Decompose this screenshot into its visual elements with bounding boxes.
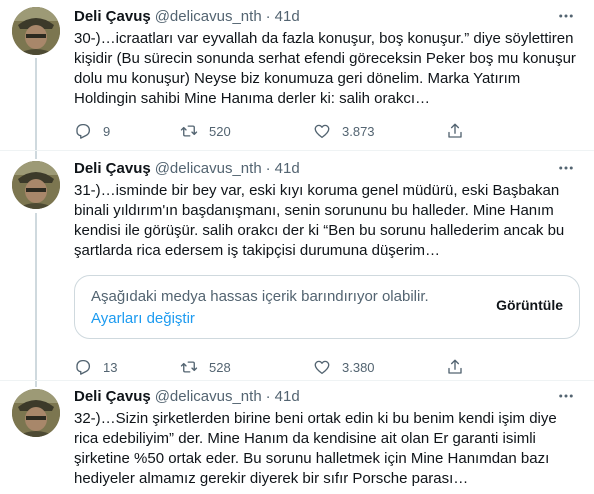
tweet-time[interactable]: 41d (275, 8, 300, 25)
tweet-1[interactable]: Deli Çavuş @delicavus_nth · 41d 30-)…icr… (0, 0, 594, 150)
share-button[interactable] (446, 358, 486, 376)
avatar[interactable] (12, 7, 60, 55)
author-handle[interactable]: @delicavus_nth (155, 388, 262, 405)
tweet-text-line: rica edebiliyim” der. Mine Hanım da kend… (74, 430, 536, 447)
avatar-image (12, 7, 60, 55)
share-icon (448, 123, 462, 138)
tweet-text-line: şirketine %50 ortak eder. Bu sorunu hall… (74, 450, 550, 467)
tweet-actions: 9 520 3.873 (74, 121, 582, 141)
tweet-3[interactable]: Deli Çavuş @delicavus_nth · 41d 32-)…Siz… (0, 380, 594, 494)
author-handle[interactable]: @delicavus_nth (155, 8, 262, 25)
tweet-text-line: şartlarda rica edersem iş takipçisi duru… (74, 242, 440, 259)
tweet-text-line: binali yıldırım'ın başdanışmanı, senin s… (74, 202, 554, 219)
reply-icon (76, 359, 91, 375)
retweet-button[interactable]: 528 (180, 358, 313, 376)
thread-line (35, 381, 37, 387)
retweet-icon (180, 125, 198, 137)
tweet-time[interactable]: 41d (275, 160, 300, 177)
like-button[interactable]: 3.873 (313, 122, 446, 140)
separator-dot: · (265, 7, 271, 25)
retweet-count: 520 (209, 123, 231, 139)
share-icon (448, 359, 462, 374)
tweet-2[interactable]: Deli Çavuş @delicavus_nth · 41d 31-)…ism… (0, 150, 594, 380)
tweet-actions: 13 528 3.380 (74, 357, 582, 377)
separator-dot: · (265, 159, 271, 177)
more-options-button[interactable] (556, 6, 576, 26)
sensitive-media-message: Aşağıdaki medya hassas içerik barındırıy… (91, 288, 429, 305)
sensitive-media-warning: Aşağıdaki medya hassas içerik barındırıy… (74, 275, 580, 339)
thread-line (35, 213, 37, 380)
like-count: 3.380 (342, 359, 375, 375)
tweet-text-line: Holdingin sahibi Mine Hanıma derler ki: … (74, 90, 430, 107)
like-button[interactable]: 3.380 (313, 358, 446, 376)
reply-count: 9 (103, 123, 111, 139)
tweet-time[interactable]: 41d (275, 388, 300, 405)
tweet-text-line: kişidir (Bu sürecin sonunda serhat efend… (74, 50, 576, 67)
heart-icon (314, 124, 330, 139)
author-name[interactable]: Deli Çavuş (74, 388, 151, 405)
tweet-text: 31-)…isminde bir bey var, eski kıyı koru… (74, 181, 580, 261)
reply-count: 13 (103, 359, 118, 375)
avatar[interactable] (12, 161, 60, 209)
more-horizontal-icon (559, 394, 573, 398)
reply-button[interactable]: 9 (74, 122, 180, 140)
heart-icon (314, 360, 330, 375)
share-button[interactable] (446, 122, 486, 140)
tweet-text: 32-)…Sizin şirketlerden birine beni orta… (74, 409, 580, 489)
reply-button[interactable]: 13 (74, 358, 180, 376)
tweet-text-line: 32-)…Sizin şirketlerden birine beni orta… (74, 410, 557, 427)
thread-line (35, 58, 37, 150)
tweet-text: 30-)…icraatları var eyvallah da fazla ko… (74, 29, 580, 109)
author-handle[interactable]: @delicavus_nth (155, 160, 262, 177)
retweet-icon (180, 361, 198, 373)
author-name[interactable]: Deli Çavuş (74, 160, 151, 177)
avatar[interactable] (12, 389, 60, 437)
view-media-button[interactable]: Görüntüle (496, 297, 563, 313)
tweet-text-line: 31-)…isminde bir bey var, eski kıyı koru… (74, 182, 560, 199)
thread-line (35, 151, 37, 159)
avatar-image (12, 161, 60, 209)
more-horizontal-icon (559, 14, 573, 18)
retweet-button[interactable]: 520 (180, 122, 313, 140)
change-settings-link[interactable]: Ayarları değiştir (91, 310, 195, 327)
more-horizontal-icon (559, 166, 573, 170)
reply-icon (76, 123, 91, 139)
tweet-text-line: hediyeler almamız gerekir diyerek bir sı… (74, 470, 469, 487)
tweet-text-line: dolu mu konuşur) Neyse biz konumuza geri… (74, 70, 521, 87)
more-options-button[interactable] (556, 386, 576, 406)
author-name[interactable]: Deli Çavuş (74, 8, 151, 25)
tweet-text-line: 30-)…icraatları var eyvallah da fazla ko… (74, 30, 574, 47)
avatar-image (12, 389, 60, 437)
tweet-text-line: kendisi ile görüşür. salih orakcı der ki… (74, 222, 565, 239)
retweet-count: 528 (209, 359, 231, 375)
separator-dot: · (265, 387, 271, 405)
more-options-button[interactable] (556, 158, 576, 178)
like-count: 3.873 (342, 123, 375, 139)
